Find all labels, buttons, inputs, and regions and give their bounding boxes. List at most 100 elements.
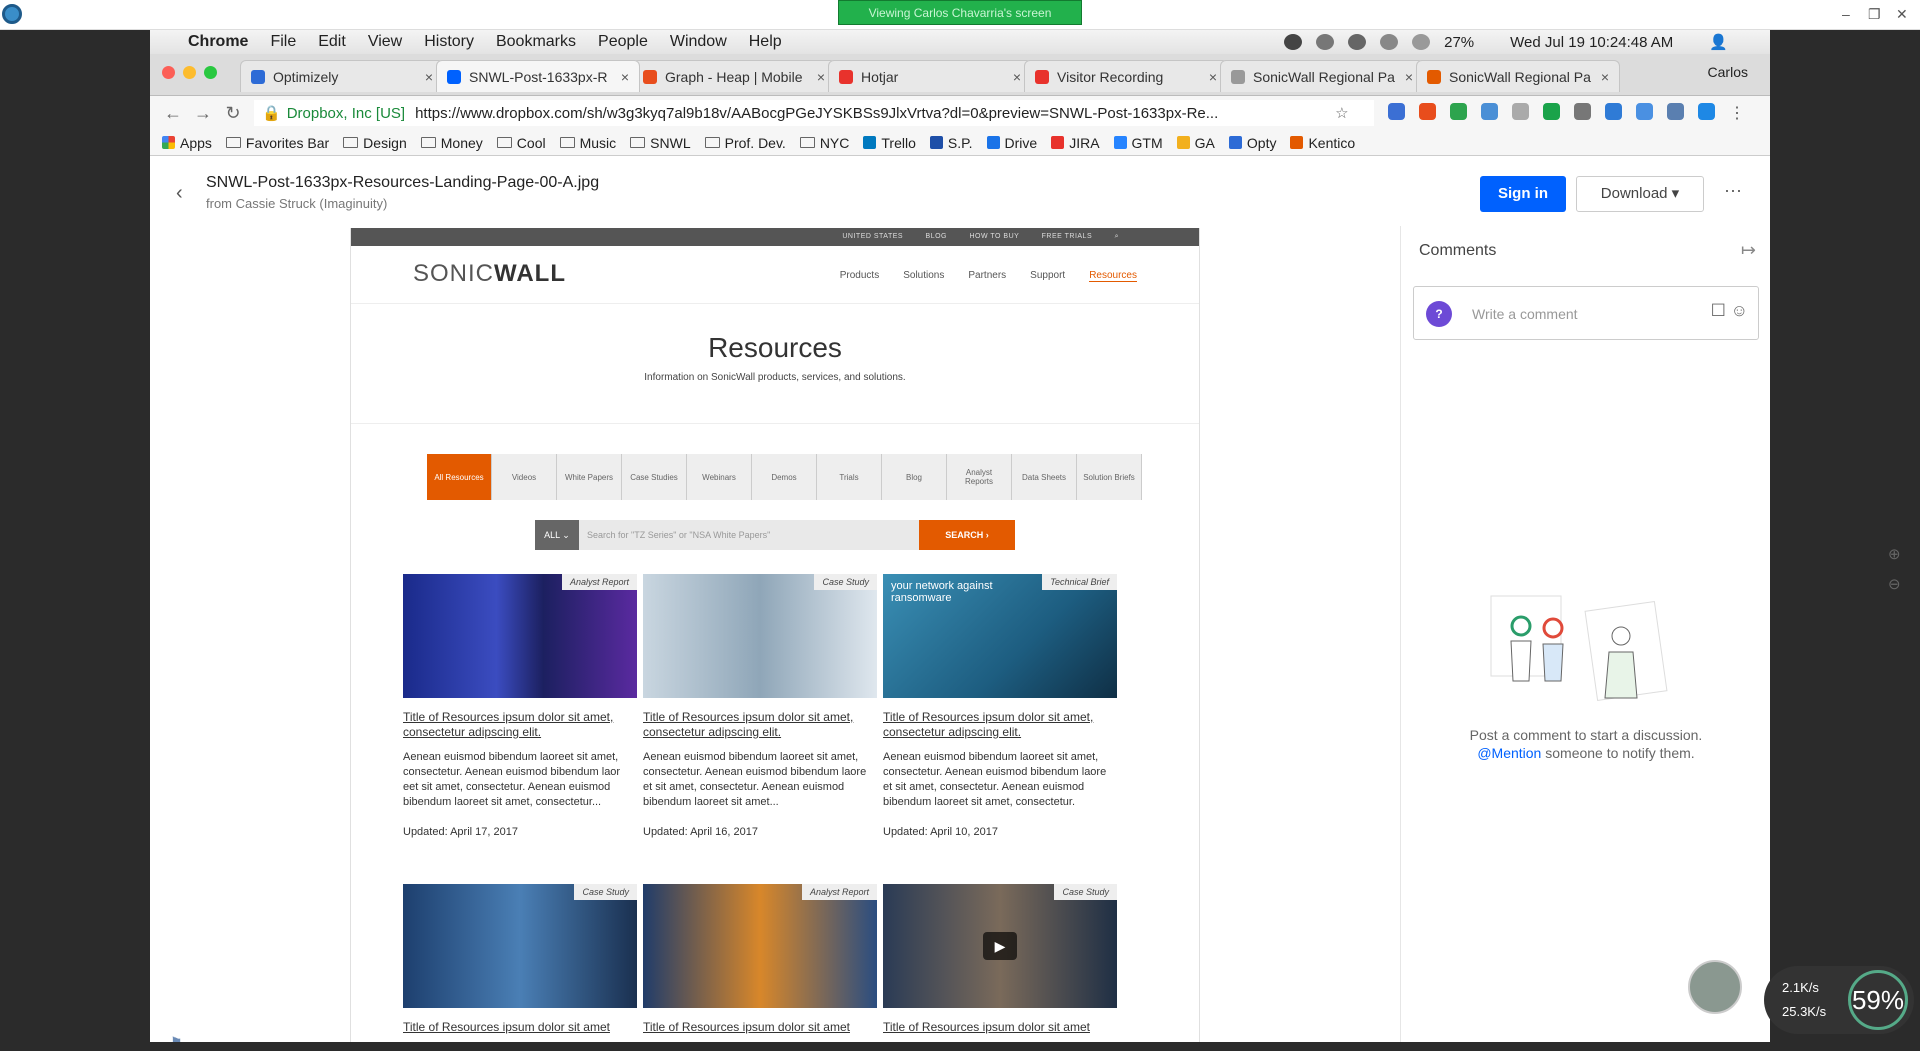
browser-tab[interactable]: SNWL-Post-1633px-R × [436, 60, 640, 92]
omnibox[interactable]: 🔒 Dropbox, Inc [US] https://www.dropbox.… [254, 100, 1374, 126]
extension-icon[interactable] [1605, 103, 1622, 120]
bookmark-label[interactable]: NYC [820, 135, 850, 151]
browser-tab[interactable]: SonicWall Regional Pa × [1220, 60, 1424, 92]
more-options-icon[interactable]: ··· [1724, 180, 1742, 201]
bookmark-link[interactable]: GA [1176, 135, 1215, 151]
minimize-window-icon[interactable] [183, 66, 196, 79]
bookmark-label[interactable]: JIRA [1069, 135, 1099, 151]
minimize-icon[interactable]: – [1842, 6, 1850, 22]
tab-title[interactable]: Visitor Recording [1057, 69, 1203, 85]
menubar-clock[interactable]: Wed Jul 19 10:24:48 AM [1510, 34, 1673, 51]
tab-close-icon[interactable]: × [1209, 69, 1217, 85]
reload-icon[interactable]: ↻ [218, 103, 248, 124]
calendar-icon[interactable] [1316, 34, 1335, 50]
extension-icon[interactable] [1388, 103, 1405, 120]
extension-icon[interactable] [1667, 103, 1684, 120]
time-machine-icon[interactable] [1380, 34, 1399, 50]
bookmark-label[interactable]: Design [363, 135, 407, 151]
browser-tab[interactable]: Hotjar × [828, 60, 1032, 92]
menu-window[interactable]: Window [670, 33, 727, 51]
tab-close-icon[interactable]: × [1405, 69, 1413, 85]
bookmark-label[interactable]: Kentico [1308, 135, 1355, 151]
zoom-in-icon[interactable]: ⊕ [1888, 540, 1901, 570]
browser-tab[interactable]: SonicWall Regional Pa × [1416, 60, 1620, 92]
bookmark-folder[interactable]: Music [559, 135, 617, 151]
extension-icon[interactable] [1543, 103, 1560, 120]
tab-title[interactable]: Optimizely [273, 69, 419, 85]
close-window-icon[interactable] [162, 66, 175, 79]
chrome-menu-icon[interactable]: ⋮ [1729, 103, 1745, 123]
menu-help[interactable]: Help [749, 33, 782, 51]
bookmark-folder[interactable]: Design [343, 135, 407, 151]
download-button[interactable]: Download ▾ [1576, 176, 1704, 212]
bookmark-folder[interactable]: Prof. Dev. [704, 135, 786, 151]
menu-history[interactable]: History [424, 33, 474, 51]
bookmark-link[interactable]: Opty [1228, 135, 1276, 151]
tab-title[interactable]: SonicWall Regional Pa [1449, 69, 1595, 85]
back-icon[interactable]: ← [158, 103, 188, 124]
back-chevron-icon[interactable]: ‹ [176, 182, 183, 205]
emoji-icon[interactable]: ☐ ☺ [1711, 301, 1748, 321]
avatar[interactable] [1688, 960, 1742, 1014]
bookmark-link[interactable]: GTM [1113, 135, 1163, 151]
extension-icon[interactable] [1481, 103, 1498, 120]
extension-icon[interactable] [1698, 103, 1715, 120]
tab-close-icon[interactable]: × [621, 69, 629, 85]
extension-icon[interactable] [1419, 103, 1436, 120]
tab-close-icon[interactable]: × [1601, 69, 1609, 85]
bookmark-link[interactable]: Drive [986, 135, 1038, 151]
menu-bookmarks[interactable]: Bookmarks [496, 33, 576, 51]
url-text[interactable]: https://www.dropbox.com/sh/w3g3kyq7al9b1… [415, 105, 1315, 122]
tab-close-icon[interactable]: × [1013, 69, 1021, 85]
bookmark-apps[interactable]: Apps [162, 135, 212, 151]
bookmark-label[interactable]: Drive [1005, 135, 1038, 151]
bookmark-link[interactable]: S.P. [929, 135, 973, 151]
browser-tab[interactable]: Visitor Recording × [1024, 60, 1228, 92]
mention-link[interactable]: @Mention [1477, 745, 1541, 761]
bookmark-label[interactable]: Money [441, 135, 483, 151]
tab-close-icon[interactable]: × [817, 69, 825, 85]
forward-icon[interactable]: → [188, 103, 218, 124]
bookmark-label[interactable]: Cool [517, 135, 546, 151]
flag-icon[interactable]: ⚑ [170, 1034, 183, 1042]
tab-title[interactable]: Hotjar [861, 69, 1007, 85]
menu-people[interactable]: People [598, 33, 648, 51]
zoom-out-icon[interactable]: ⊖ [1888, 570, 1901, 600]
extension-icon[interactable] [1450, 103, 1467, 120]
user-icon[interactable]: 👤 [1709, 33, 1728, 51]
close-icon[interactable]: ✕ [1896, 6, 1908, 23]
bookmark-folder[interactable]: Money [420, 135, 483, 151]
wifi-icon[interactable] [1348, 34, 1367, 50]
bookmark-link[interactable]: Trello [863, 135, 916, 151]
tab-close-icon[interactable]: × [425, 69, 433, 85]
extension-icon[interactable] [1512, 103, 1529, 120]
tab-title[interactable]: SNWL-Post-1633px-R [469, 69, 615, 85]
bookmark-label[interactable]: GTM [1132, 135, 1163, 151]
extension-icon[interactable] [1636, 103, 1653, 120]
bookmark-folder[interactable]: SNWL [630, 135, 691, 151]
bookmark-label[interactable]: Trello [881, 135, 916, 151]
browser-tab[interactable]: Optimizely × [240, 60, 444, 92]
bookmark-label[interactable]: Favorites Bar [246, 135, 329, 151]
restore-icon[interactable]: ❐ [1868, 6, 1881, 23]
status-icon[interactable] [1284, 34, 1303, 50]
bookmark-folder[interactable]: Favorites Bar [225, 135, 329, 151]
battery-percent[interactable]: 27% [1444, 34, 1474, 51]
bookmark-folder[interactable]: Cool [496, 135, 546, 151]
menu-file[interactable]: File [270, 33, 296, 51]
bookmark-link[interactable]: JIRA [1051, 135, 1100, 151]
bookmark-label[interactable]: Prof. Dev. [725, 135, 786, 151]
menu-edit[interactable]: Edit [318, 33, 346, 51]
extension-icon[interactable] [1574, 103, 1591, 120]
bookmark-label[interactable]: S.P. [948, 135, 973, 151]
bluetooth-icon[interactable] [1412, 34, 1431, 50]
comment-placeholder[interactable]: Write a comment [1472, 306, 1578, 322]
bookmark-label[interactable]: Music [580, 135, 617, 151]
profile-name[interactable]: Carlos [1708, 64, 1748, 80]
menu-app-name[interactable]: Chrome [188, 33, 248, 51]
collapse-panel-icon[interactable]: ↦ [1741, 240, 1756, 261]
bookmark-folder[interactable]: NYC [799, 135, 850, 151]
bookmark-link[interactable]: Kentico [1290, 135, 1355, 151]
bookmark-label[interactable]: GA [1195, 135, 1215, 151]
star-icon[interactable]: ☆ [1335, 104, 1348, 122]
